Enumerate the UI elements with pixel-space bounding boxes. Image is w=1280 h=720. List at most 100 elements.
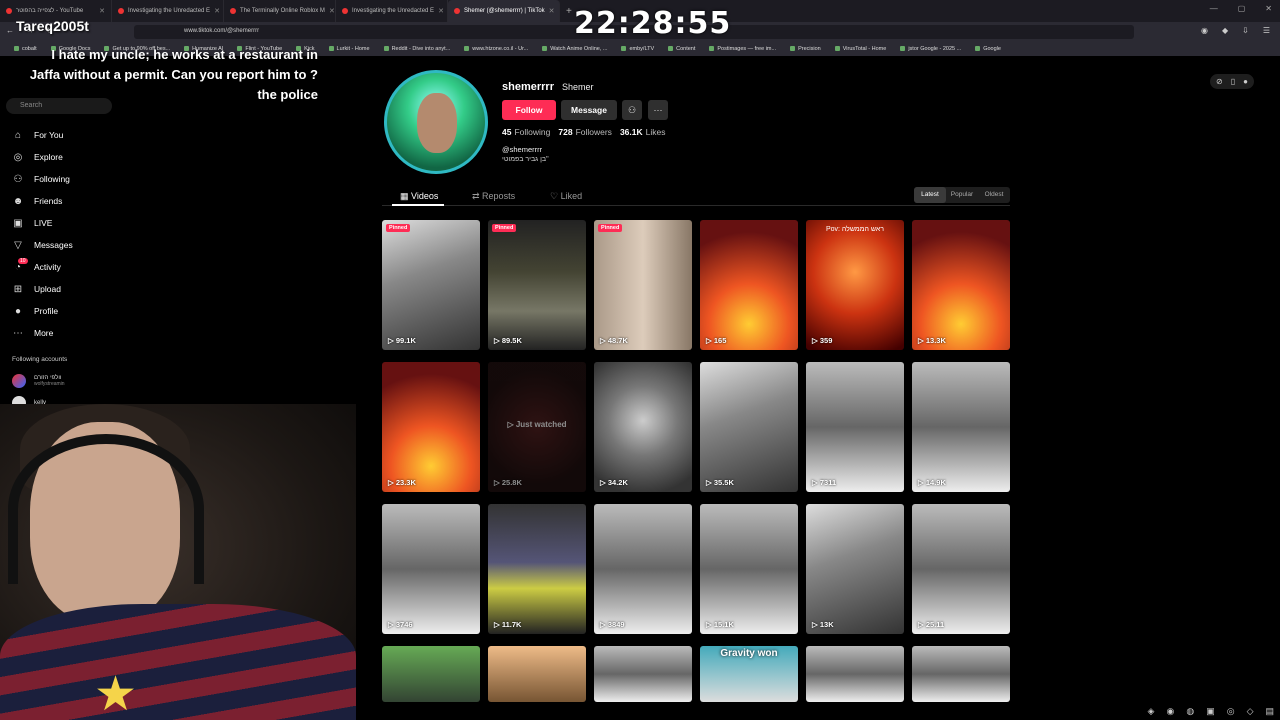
browser-toolbar: ◉ ◆ ⇩ ☰: [1201, 26, 1270, 35]
more-options-icon[interactable]: ⋯: [648, 100, 668, 120]
tab-reposts-label: Reposts: [482, 191, 516, 201]
back-icon[interactable]: ←: [6, 26, 14, 35]
search-input[interactable]: Search: [6, 98, 112, 114]
app-icon[interactable]: ▣: [1206, 706, 1215, 717]
browser-tab[interactable]: Shemer (@shemerrrr) | TikTok ✕: [448, 0, 560, 22]
headset-icon: [8, 434, 204, 584]
tab-indicator: [392, 204, 444, 206]
bookmark-item[interactable]: jstor Google - 2025 ...: [900, 46, 961, 52]
extension-icon[interactable]: ◉: [1201, 26, 1208, 35]
user-avatar-icon[interactable]: ●: [1243, 77, 1248, 86]
bookmark-item[interactable]: Content: [668, 46, 695, 52]
tab-reposts[interactable]: ⇄ Reposts: [472, 191, 515, 202]
shield-icon[interactable]: ◆: [1222, 26, 1228, 35]
heart-icon: ♡: [550, 191, 561, 201]
video-thumbnail[interactable]: ▷ 165: [700, 220, 798, 350]
sidebar-item-label: Upload: [34, 284, 61, 294]
bookmark-item[interactable]: VirusTotal - Home: [835, 46, 887, 52]
video-thumbnail[interactable]: ▷ 35.5K: [700, 362, 798, 492]
maximize-icon[interactable]: ▢: [1238, 4, 1246, 13]
video-thumbnail[interactable]: [806, 646, 904, 702]
video-thumbnail[interactable]: ▷ 14.9K: [912, 362, 1010, 492]
message-button[interactable]: Message: [561, 100, 617, 120]
tab-close-icon[interactable]: ✕: [99, 7, 105, 15]
sidebar-item-for-you[interactable]: ⌂ For You: [12, 124, 132, 146]
new-tab-button[interactable]: +: [566, 6, 572, 17]
profile-bio: בן גביר בפמוטי": [502, 156, 549, 163]
sidebar-item-following[interactable]: ⚇ Following: [12, 168, 132, 190]
sort-popular[interactable]: Popular: [946, 187, 978, 203]
follow-button[interactable]: Follow: [502, 100, 556, 120]
bookmark-item[interactable]: Postimages — free im...: [709, 46, 776, 52]
video-thumbnail[interactable]: [382, 646, 480, 702]
tab-close-icon[interactable]: ✕: [214, 7, 220, 15]
tab-title: לצפייה בהפוטר - YouTube: [16, 8, 84, 14]
compass-icon[interactable]: ⊘: [1216, 77, 1223, 86]
video-thumbnail[interactable]: Pov: ראש הממשלה ▷ 359: [806, 220, 904, 350]
app-icon[interactable]: ◇: [1247, 706, 1254, 717]
tab-close-icon[interactable]: ✕: [549, 7, 555, 15]
video-thumbnail[interactable]: Gravity won: [700, 646, 798, 702]
followers-stat[interactable]: 728 Followers: [558, 127, 612, 137]
sidebar-item-more[interactable]: ⋯ More: [12, 322, 132, 344]
view-count-value: 7311: [819, 478, 837, 487]
app-icon[interactable]: ▤: [1265, 706, 1274, 717]
video-thumbnail[interactable]: ▷ 15.1K: [700, 504, 798, 634]
sidebar-item-live[interactable]: ▣ LIVE: [12, 212, 132, 234]
phone-icon[interactable]: ▯: [1231, 77, 1235, 86]
sidebar-item-upload[interactable]: ⊞ Upload: [12, 278, 132, 300]
sidebar-item-label: Explore: [34, 152, 63, 162]
play-icon: ▷: [494, 478, 502, 487]
video-thumbnail[interactable]: ▷ 13.3K: [912, 220, 1010, 350]
view-count: ▷ 25.8K: [494, 478, 522, 487]
tab-close-icon[interactable]: ✕: [329, 7, 335, 15]
sidebar-item-explore[interactable]: ◎ Explore: [12, 146, 132, 168]
sidebar-item-profile[interactable]: ● Profile: [12, 300, 132, 322]
menu-icon[interactable]: ☰: [1263, 26, 1270, 35]
video-thumbnail[interactable]: [912, 646, 1010, 702]
bookmark-item[interactable]: Watch Anime Online, ...: [542, 46, 607, 52]
video-thumbnail[interactable]: ▷ Just watched ▷ 25.8K: [488, 362, 586, 492]
bookmark-item[interactable]: Precision: [790, 46, 821, 52]
video-thumbnail[interactable]: ▷ 11.7K: [488, 504, 586, 634]
close-icon[interactable]: ✕: [1265, 4, 1272, 13]
tab-close-icon[interactable]: ✕: [438, 7, 444, 15]
video-thumbnail[interactable]: ▷ 3746: [382, 504, 480, 634]
app-icon[interactable]: ◉: [1166, 706, 1174, 717]
app-icon[interactable]: ◈: [1148, 706, 1155, 717]
download-icon[interactable]: ⇩: [1242, 26, 1249, 35]
video-thumbnail[interactable]: Pinned ▷ 89.5K: [488, 220, 586, 350]
bookmark-item[interactable]: www.htzone.co.il - Ur...: [464, 46, 528, 52]
video-thumbnail[interactable]: [488, 646, 586, 702]
video-thumbnail[interactable]: ▷ 25.11: [912, 504, 1010, 634]
video-thumbnail[interactable]: Pinned ▷ 99.1K: [382, 220, 480, 350]
video-thumbnail[interactable]: ▷ 23.3K: [382, 362, 480, 492]
browser-tab[interactable]: Investigating the Unredacted E ✕: [112, 0, 224, 22]
app-icon[interactable]: ◎: [1227, 706, 1235, 717]
video-thumbnail[interactable]: [594, 646, 692, 702]
profile-avatar[interactable]: [384, 70, 488, 174]
following-stat[interactable]: 45 Following: [502, 127, 550, 137]
following-account[interactable]: וולפי הזורם wolfystreamin: [12, 374, 65, 388]
sort-oldest[interactable]: Oldest: [978, 187, 1010, 203]
browser-tab[interactable]: Investigating the Unredacted E ✕: [336, 0, 448, 22]
video-thumbnail[interactable]: ▷ 3849: [594, 504, 692, 634]
bookmark-item[interactable]: emby/LTV: [621, 46, 654, 52]
minimize-icon[interactable]: —: [1210, 4, 1218, 13]
sidebar-item-friends[interactable]: ☻ Friends: [12, 190, 132, 212]
bookmark-item[interactable]: Reddit - Dive into anyt...: [384, 46, 451, 52]
tab-videos[interactable]: ▦ Videos: [400, 191, 438, 202]
video-thumbnail[interactable]: Pinned ▷ 48.7K: [594, 220, 692, 350]
browser-tab[interactable]: The Terminally Online Roblox M ✕: [224, 0, 336, 22]
sidebar-item-messages[interactable]: ▽ Messages: [12, 234, 132, 256]
sidebar-item-activity[interactable]: ◔ Activity 10: [12, 256, 132, 278]
app-icon[interactable]: ◍: [1186, 706, 1194, 717]
sort-latest[interactable]: Latest: [914, 187, 946, 203]
add-friend-icon[interactable]: ⚇: [622, 100, 642, 120]
video-thumbnail[interactable]: ▷ 7311: [806, 362, 904, 492]
video-thumbnail[interactable]: ▷ 34.2K: [594, 362, 692, 492]
bookmark-item[interactable]: Lurkit - Home: [329, 46, 370, 52]
video-thumbnail[interactable]: ▷ 13K: [806, 504, 904, 634]
tab-liked[interactable]: ♡ Liked: [550, 191, 582, 202]
bookmark-item[interactable]: Google: [975, 46, 1001, 52]
